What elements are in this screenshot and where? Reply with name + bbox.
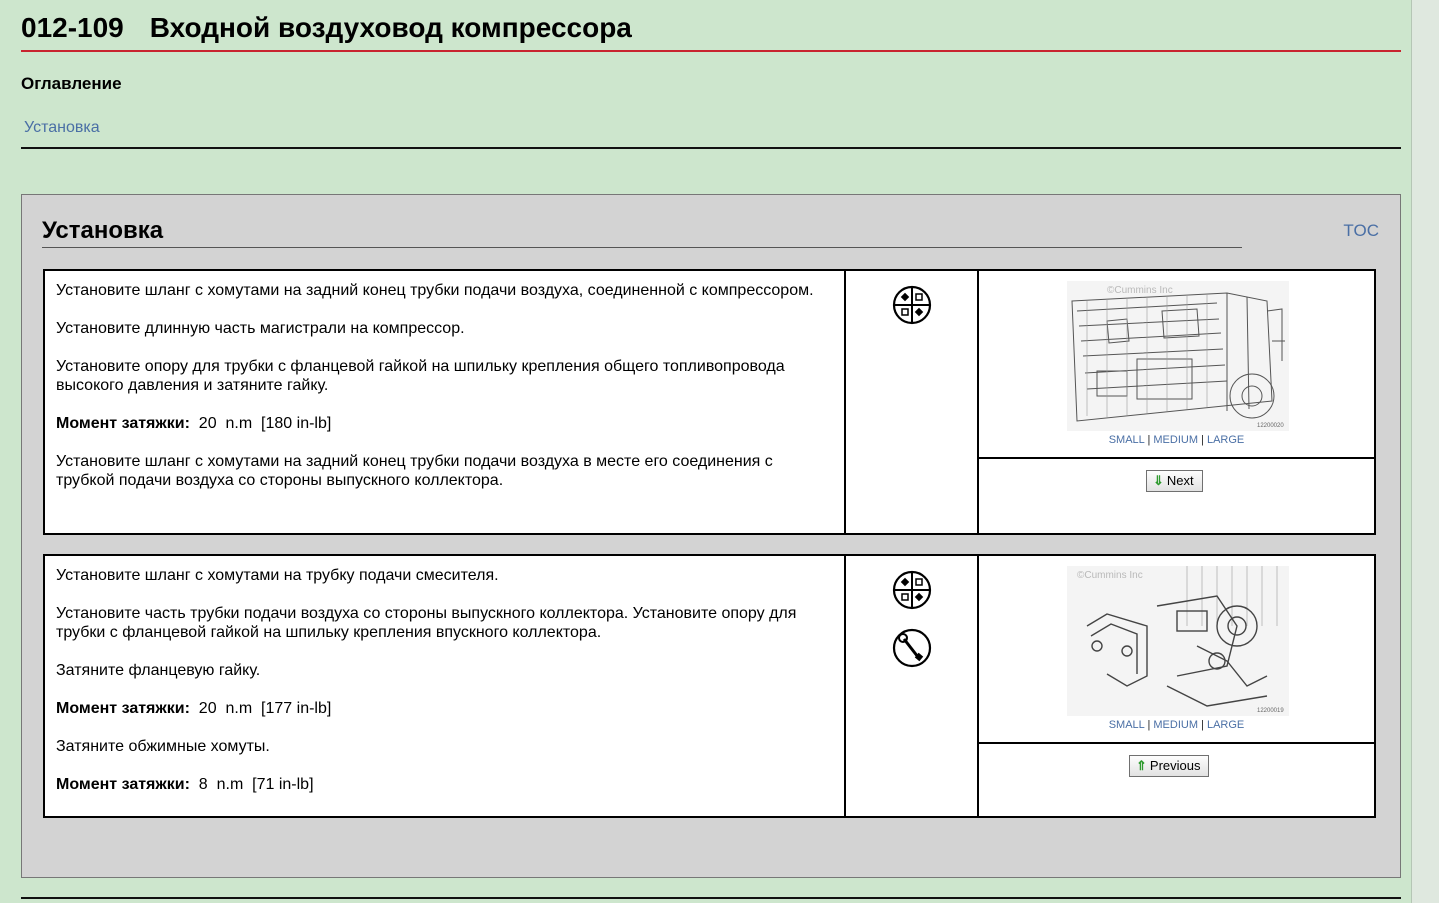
instruction-text: Установите длинную часть магистрали на к…: [56, 320, 465, 337]
document-title: Входной воздуховод компрессора: [149, 12, 632, 43]
step-navigation: ⇑ Previous: [979, 744, 1374, 816]
torque-value: 8: [198, 776, 208, 793]
divider: [21, 897, 1401, 899]
torque-unit: n.m: [225, 415, 253, 432]
next-label: Next: [1166, 473, 1194, 488]
step-figure: ©Cummins Inc: [979, 556, 1374, 816]
torque-unit: n.m: [216, 776, 244, 793]
arrow-down-icon: ⇓: [1153, 473, 1164, 488]
engine-illustration[interactable]: ©Cummins Inc: [1067, 566, 1289, 716]
torque-label: Момент затяжки:: [56, 415, 190, 432]
figure-size-links: SMALL | MEDIUM | LARGE: [979, 434, 1374, 446]
engine-drawing: ©Cummins Inc: [1067, 566, 1289, 716]
figure-number: 12200019: [1257, 708, 1284, 714]
torque-value: 20: [198, 415, 217, 432]
install-section: Установка TOC Установите шланг с хомутам…: [21, 194, 1401, 878]
torque-spec: Момент затяжки: 8 n.m [71 in-lb]: [56, 775, 834, 794]
torque-label: Момент затяжки:: [56, 776, 190, 793]
instruction-text: Установите опору для трубки с фланцевой …: [56, 358, 785, 394]
torque-spec: Момент затяжки: 20 n.m [177 in-lb]: [56, 699, 834, 718]
figure-large-link[interactable]: LARGE: [1207, 719, 1244, 731]
step-instructions: Установите шланг с хомутами на трубку по…: [45, 556, 846, 816]
instruction-text: Затяните фланцевую гайку.: [56, 662, 261, 679]
step-icons: [846, 556, 979, 816]
torque-wrench-icon: [892, 628, 932, 668]
link-separator: |: [1201, 719, 1204, 731]
toc-link-install[interactable]: Установка: [24, 119, 100, 137]
figure-watermark: ©Cummins Inc: [1107, 285, 1173, 296]
instruction-text: Затяните обжимные хомуты.: [56, 738, 270, 755]
torque-spec: Момент затяжки: 20 n.m [180 in-lb]: [56, 414, 834, 433]
previous-label: Previous: [1149, 758, 1201, 773]
link-separator: |: [1201, 434, 1204, 446]
tools-icon: [892, 570, 932, 610]
torque-value: 20: [198, 700, 217, 717]
instruction-text: Установите шланг с хомутами на задний ко…: [56, 453, 773, 489]
figure-small-link[interactable]: SMALL: [1109, 719, 1145, 731]
step-figure: ©Cummins Inc: [979, 271, 1374, 533]
engine-drawing: ©Cummins Inc: [1067, 281, 1289, 431]
step-icons: [846, 271, 979, 533]
torque-alt-value: [71 in-lb]: [252, 776, 314, 793]
instruction-text: Установите шланг с хомутами на задний ко…: [56, 282, 814, 299]
torque-label: Момент затяжки:: [56, 700, 190, 717]
next-button[interactable]: ⇓ Next: [1146, 470, 1203, 492]
figure-large-link[interactable]: LARGE: [1207, 434, 1244, 446]
engine-illustration[interactable]: ©Cummins Inc: [1067, 281, 1289, 431]
torque-unit: n.m: [225, 700, 253, 717]
page-title: 012-109 Входной воздуховод компрессора: [21, 8, 1401, 52]
torque-alt-value: [177 in-lb]: [261, 700, 332, 717]
figure-small-link[interactable]: SMALL: [1109, 434, 1145, 446]
divider: [21, 147, 1401, 149]
link-separator: |: [1147, 719, 1151, 731]
procedure-step-2: Установите шланг с хомутами на трубку по…: [43, 554, 1376, 818]
figure-size-links: SMALL | MEDIUM | LARGE: [979, 719, 1374, 731]
tools-icon: [892, 285, 932, 325]
document-code: 012-109: [21, 12, 124, 43]
figure-medium-link[interactable]: MEDIUM: [1153, 719, 1198, 731]
step-navigation: ⇓ Next: [979, 459, 1374, 533]
section-title: Установка: [42, 215, 1242, 248]
previous-button[interactable]: ⇑ Previous: [1129, 755, 1210, 777]
link-separator: |: [1147, 434, 1151, 446]
step-instructions: Установите шланг с хомутами на задний ко…: [45, 271, 846, 533]
procedure-step-1: Установите шланг с хомутами на задний ко…: [43, 269, 1376, 535]
page: 012-109 Входной воздуховод компрессора Ог…: [0, 0, 1412, 903]
figure-frame: ©Cummins Inc: [979, 271, 1374, 459]
figure-watermark: ©Cummins Inc: [1077, 570, 1143, 581]
toc-back-link[interactable]: TOC: [1343, 221, 1379, 241]
toc-heading: Оглавление: [21, 74, 122, 93]
scrollbar-track[interactable]: [1411, 0, 1439, 903]
figure-frame: ©Cummins Inc: [979, 556, 1374, 744]
figure-number: 12200020: [1257, 423, 1284, 429]
arrow-up-icon: ⇑: [1136, 758, 1147, 773]
instruction-text: Установите часть трубки подачи воздуха с…: [56, 605, 797, 641]
figure-medium-link[interactable]: MEDIUM: [1153, 434, 1198, 446]
torque-alt-value: [180 in-lb]: [261, 415, 332, 432]
instruction-text: Установите шланг с хомутами на трубку по…: [56, 567, 499, 584]
